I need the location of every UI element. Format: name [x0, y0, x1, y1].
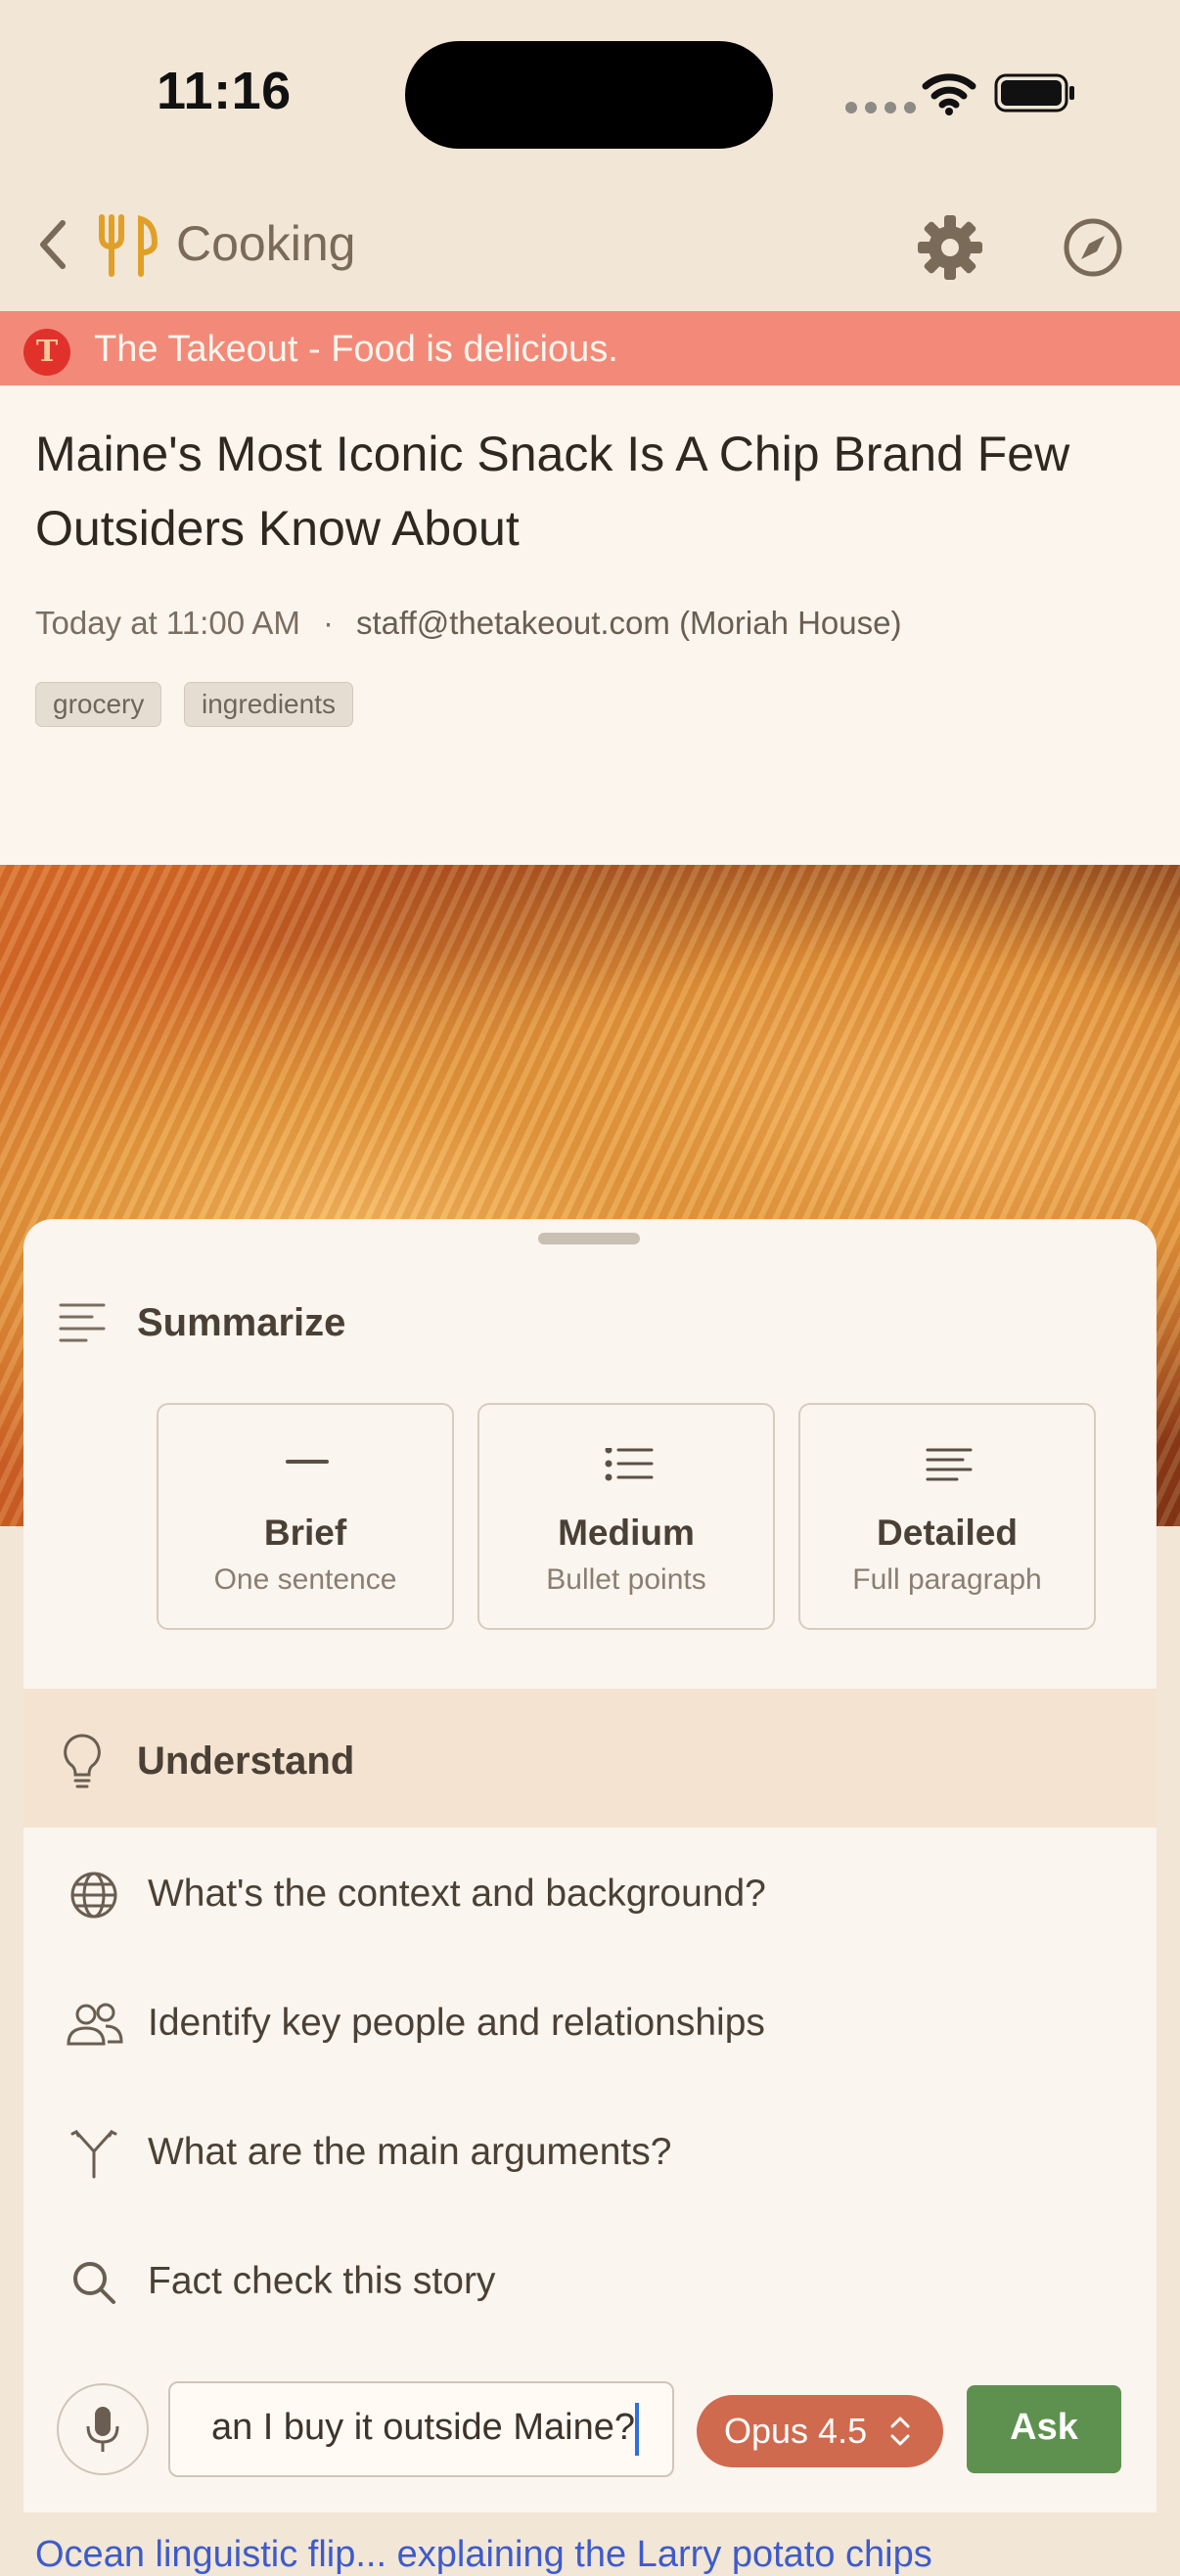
nav-title: Cooking [176, 216, 356, 271]
understand-heading: Understand [137, 1740, 355, 1783]
text-cursor [635, 2403, 639, 2456]
fork-knife-icon [99, 214, 159, 277]
battery-icon [994, 73, 1074, 113]
understand-item-label: Identify key people and relationships [148, 2002, 765, 2044]
understand-item-context[interactable]: What's the context and background? [23, 1831, 1157, 1959]
sheet-grabber[interactable] [538, 1233, 640, 1244]
gear-icon[interactable] [916, 213, 984, 282]
lightbulb-icon [64, 1734, 101, 1788]
summary-medium-button[interactable]: Medium Bullet points [477, 1403, 775, 1630]
summary-option-subtitle: Bullet points [546, 1563, 706, 1596]
summary-detailed-button[interactable]: Detailed Full paragraph [798, 1403, 1096, 1630]
fork-icon [70, 2129, 117, 2179]
tag-ingredients[interactable]: ingredients [184, 682, 353, 727]
summary-option-subtitle: One sentence [213, 1563, 397, 1596]
summary-option-title: Brief [263, 1513, 347, 1553]
understand-item-factcheck[interactable]: Fact check this story [23, 2219, 1157, 2346]
summary-brief-button[interactable]: Brief One sentence [157, 1403, 454, 1630]
ask-input-value: an I buy it outside Maine? [210, 2407, 635, 2448]
globe-icon [70, 1872, 117, 1919]
wifi-icon [922, 73, 976, 115]
cellular-signal-icon [845, 102, 916, 113]
understand-item-label: Fact check this story [148, 2260, 496, 2302]
understand-item-label: What's the context and background? [148, 1873, 766, 1915]
article-body-link[interactable]: Ocean linguistic flip... explaining the … [35, 2534, 932, 2576]
meta-separator: · [323, 605, 334, 641]
understand-item-label: What are the main arguments? [148, 2131, 672, 2173]
article-date: Today at 11:00 AM [35, 605, 300, 641]
summary-option-title: Medium [558, 1513, 695, 1553]
tag-grocery[interactable]: grocery [35, 682, 162, 727]
ask-input[interactable]: an I buy it outside Maine? [168, 2381, 674, 2477]
ask-button-label: Ask [1010, 2407, 1078, 2448]
understand-item-people[interactable]: Identify key people and relationships [23, 1961, 1157, 2088]
compass-icon[interactable] [1061, 215, 1125, 280]
microphone-icon [86, 2407, 119, 2452]
summary-option-subtitle: Full paragraph [852, 1563, 1042, 1596]
source-logo: T [23, 329, 70, 376]
microphone-button[interactable] [57, 2383, 149, 2475]
status-time: 11:16 [157, 62, 292, 120]
paragraph-icon [926, 1448, 973, 1481]
understand-item-arguments[interactable]: What are the main arguments? [23, 2090, 1157, 2217]
chevron-up-down-icon [890, 2417, 910, 2446]
dynamic-island [405, 41, 773, 149]
summary-option-title: Detailed [877, 1513, 1018, 1553]
people-icon [67, 2003, 123, 2046]
source-name: The Takeout - Food is delicious. [94, 329, 618, 370]
summarize-icon [59, 1303, 106, 1342]
article-title: Maine's Most Iconic Snack Is A Chip Bran… [35, 427, 1070, 556]
back-chevron-icon[interactable] [35, 217, 70, 272]
article-author: staff@thetakeout.com (Moriah House) [356, 605, 902, 641]
list-icon [605, 1448, 654, 1481]
summarize-heading: Summarize [137, 1301, 346, 1344]
search-icon [73, 2262, 115, 2304]
model-select-label: Opus 4.5 [724, 2411, 868, 2451]
dash-icon [286, 1460, 329, 1464]
